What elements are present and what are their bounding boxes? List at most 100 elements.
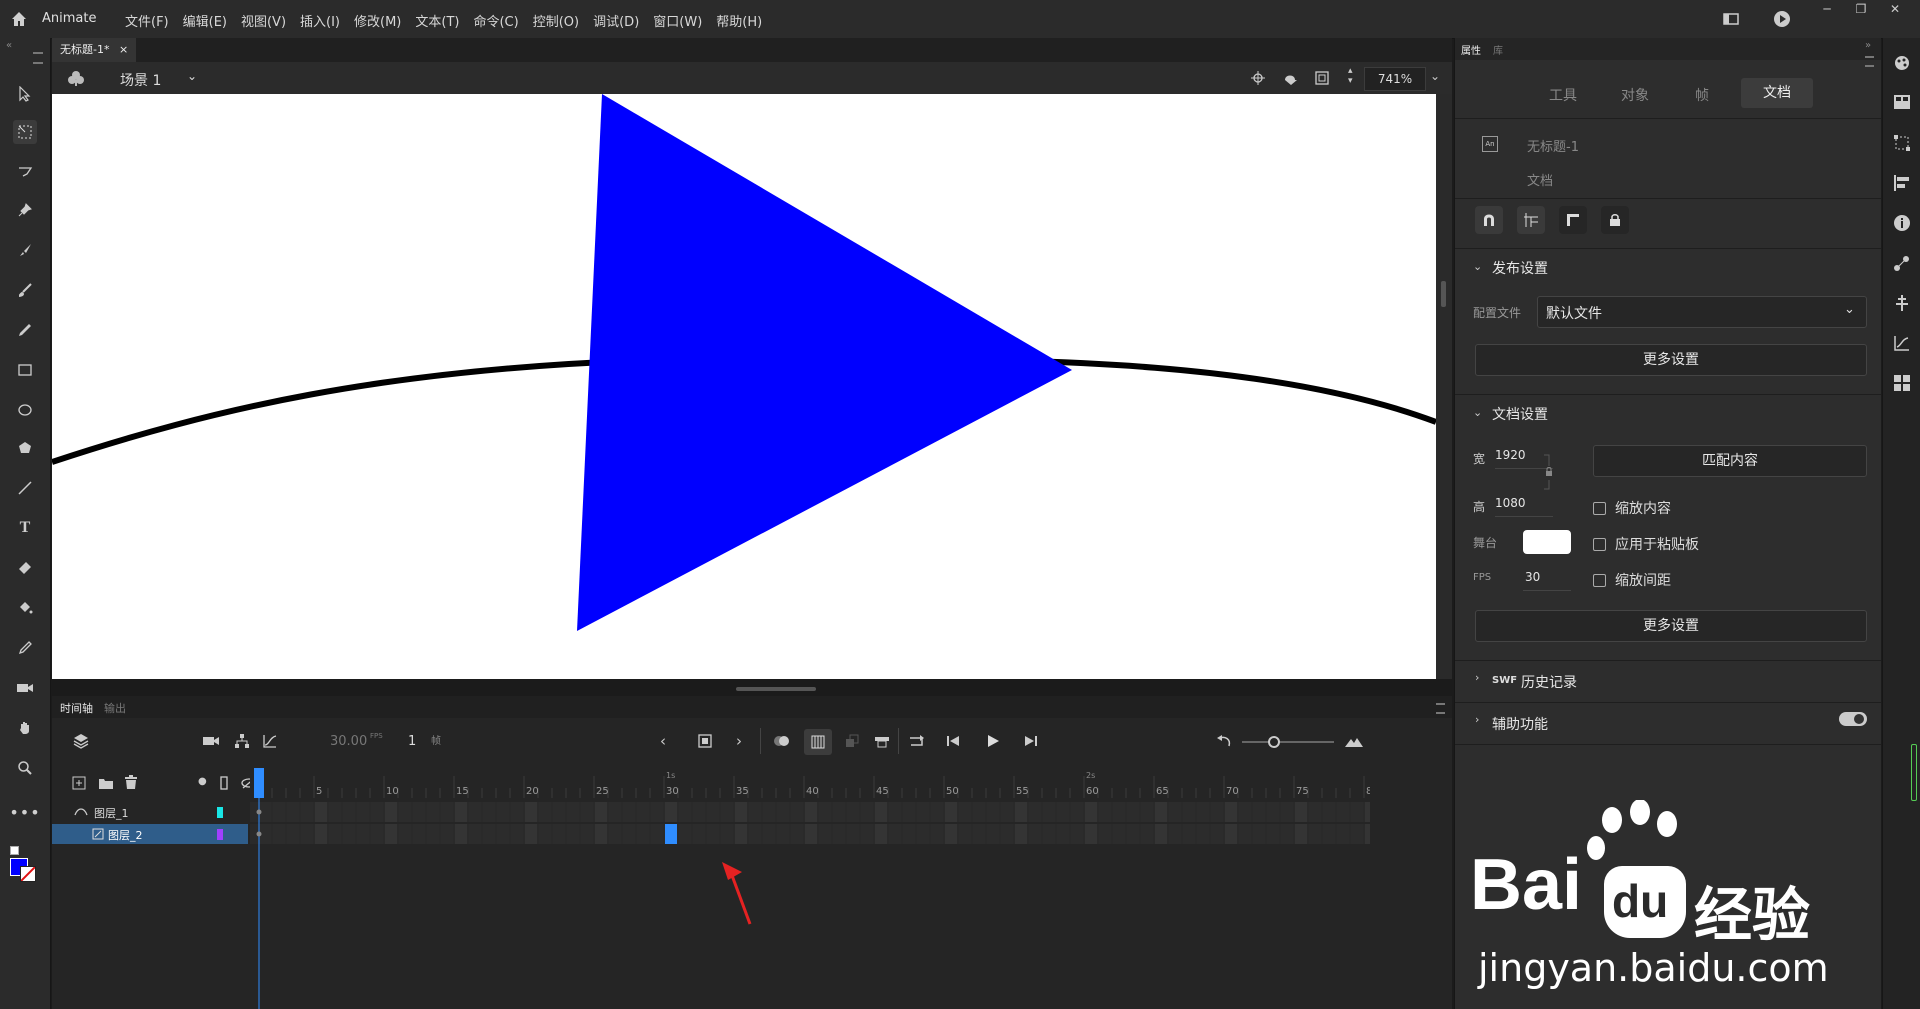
polystar-tool-icon[interactable]: [13, 436, 37, 460]
restore-icon[interactable]: ❐: [1844, 0, 1878, 20]
minimize-icon[interactable]: ─: [1810, 0, 1844, 20]
frame-cell[interactable]: [1099, 802, 1111, 822]
frame-cell[interactable]: [777, 802, 789, 822]
menu-commands[interactable]: 命令(C): [473, 11, 518, 30]
frame-cell[interactable]: [749, 802, 761, 822]
frame-cell[interactable]: [903, 824, 915, 844]
oval-tool-icon[interactable]: [13, 398, 37, 422]
stage[interactable]: [52, 94, 1436, 679]
pencil-tool-icon[interactable]: [13, 318, 37, 342]
menu-control[interactable]: 控制(O): [533, 11, 579, 30]
new-layer-icon[interactable]: [72, 776, 86, 794]
frame-cell[interactable]: [581, 802, 593, 822]
frame-cell[interactable]: [441, 824, 453, 844]
frame-cell[interactable]: [819, 802, 831, 822]
frame-cell[interactable]: [371, 802, 383, 822]
frame-cell[interactable]: [385, 802, 397, 822]
zoom-stepper-icon[interactable]: ▴ ▾: [1348, 66, 1353, 86]
frame-cell[interactable]: [1351, 824, 1363, 844]
frame-cell[interactable]: [1169, 802, 1181, 822]
frame-cell[interactable]: [791, 802, 803, 822]
frame-cell[interactable]: [469, 802, 481, 822]
frame-cell[interactable]: [427, 824, 439, 844]
document-settings-title[interactable]: 文档设置: [1492, 404, 1548, 424]
frame-cell[interactable]: [553, 824, 565, 844]
frame-cell[interactable]: [987, 824, 999, 844]
components-icon[interactable]: [1893, 374, 1911, 396]
tab-output[interactable]: 输出: [104, 700, 126, 716]
frame-cell[interactable]: [553, 802, 565, 822]
frame-cell[interactable]: [693, 824, 705, 844]
frame-cell[interactable]: [833, 802, 845, 822]
frame-cell[interactable]: [749, 824, 761, 844]
scene-dropdown-icon[interactable]: ⌄: [187, 69, 197, 83]
frame-cell[interactable]: [315, 824, 327, 844]
frame-cell[interactable]: [413, 824, 425, 844]
rectangle-tool-icon[interactable]: [13, 358, 37, 382]
frame-cell[interactable]: [651, 824, 663, 844]
layer-color-swatch[interactable]: [217, 829, 223, 840]
frame-size-slider[interactable]: [1242, 736, 1334, 748]
layer-color-swatch[interactable]: [217, 807, 223, 818]
frame-cell[interactable]: [343, 802, 355, 822]
mountain-icon[interactable]: [1344, 734, 1364, 752]
frame-cell[interactable]: [497, 802, 509, 822]
fit-in-window-icon[interactable]: [1314, 70, 1330, 90]
frame-cell[interactable]: [1001, 802, 1013, 822]
frame-cell[interactable]: [889, 802, 901, 822]
frame-cell[interactable]: [273, 802, 285, 822]
frame-cell[interactable]: [791, 824, 803, 844]
frame-cell[interactable]: [931, 802, 943, 822]
layer-parenting-icon[interactable]: [234, 733, 250, 753]
frame-cell[interactable]: [1337, 802, 1349, 822]
frame-cell[interactable]: [707, 802, 719, 822]
frame-cell[interactable]: [1253, 824, 1265, 844]
frame-cell[interactable]: [497, 824, 509, 844]
frame-cell[interactable]: [427, 802, 439, 822]
more-tools-icon[interactable]: •••: [9, 800, 39, 824]
frame-cell[interactable]: [1071, 824, 1083, 844]
frame-cell[interactable]: [385, 824, 397, 844]
panel-scroll-indicator[interactable]: [1911, 744, 1917, 801]
frame-cell[interactable]: [441, 802, 453, 822]
layer-row-1[interactable]: 图层_1: [52, 802, 248, 822]
eyedropper-tool-icon[interactable]: [13, 636, 37, 660]
frame-cell[interactable]: [1043, 824, 1055, 844]
frame-cell[interactable]: [1057, 802, 1069, 822]
frame-cell[interactable]: [1211, 824, 1223, 844]
loop-icon[interactable]: [908, 734, 926, 752]
frame-cell[interactable]: [1085, 802, 1097, 822]
menu-file[interactable]: 文件(F): [125, 11, 169, 30]
frame-cell[interactable]: [567, 802, 579, 822]
outline-icon[interactable]: [220, 776, 228, 794]
tab-frame[interactable]: 帧: [1695, 85, 1709, 105]
frame-cell[interactable]: [861, 824, 873, 844]
frame-cell[interactable]: [1113, 824, 1125, 844]
frame-cell[interactable]: [903, 802, 915, 822]
prev-keyframe-icon[interactable]: ‹: [660, 732, 666, 750]
home-icon[interactable]: [10, 10, 28, 28]
frame-cell[interactable]: [1309, 824, 1321, 844]
frame-cell[interactable]: [483, 824, 495, 844]
tab-library[interactable]: 库: [1493, 42, 1503, 57]
frame-cell[interactable]: [1029, 802, 1041, 822]
frame-cell[interactable]: [1141, 802, 1153, 822]
frame-cell[interactable]: [1295, 824, 1307, 844]
frame-cell[interactable]: [1169, 824, 1181, 844]
frame-cell[interactable]: [1309, 802, 1321, 822]
frame-cell[interactable]: [1057, 824, 1069, 844]
color-panel-icon[interactable]: [1893, 54, 1911, 76]
selected-keyframe[interactable]: [665, 824, 677, 844]
frame-cell[interactable]: [1015, 824, 1027, 844]
brush-tool-icon[interactable]: [13, 278, 37, 302]
frame-cell[interactable]: [301, 802, 313, 822]
frame-cell[interactable]: [595, 802, 607, 822]
chevron-right-icon[interactable]: ›: [1475, 713, 1479, 726]
frame-cell[interactable]: [777, 824, 789, 844]
frame-cell[interactable]: [805, 802, 817, 822]
clip-content-icon[interactable]: [1282, 70, 1300, 90]
collapse-panel-icon[interactable]: »: [1865, 40, 1871, 51]
match-content-button[interactable]: 匹配内容: [1593, 445, 1867, 477]
frame-cell[interactable]: [357, 824, 369, 844]
new-folder-icon[interactable]: [98, 776, 114, 794]
